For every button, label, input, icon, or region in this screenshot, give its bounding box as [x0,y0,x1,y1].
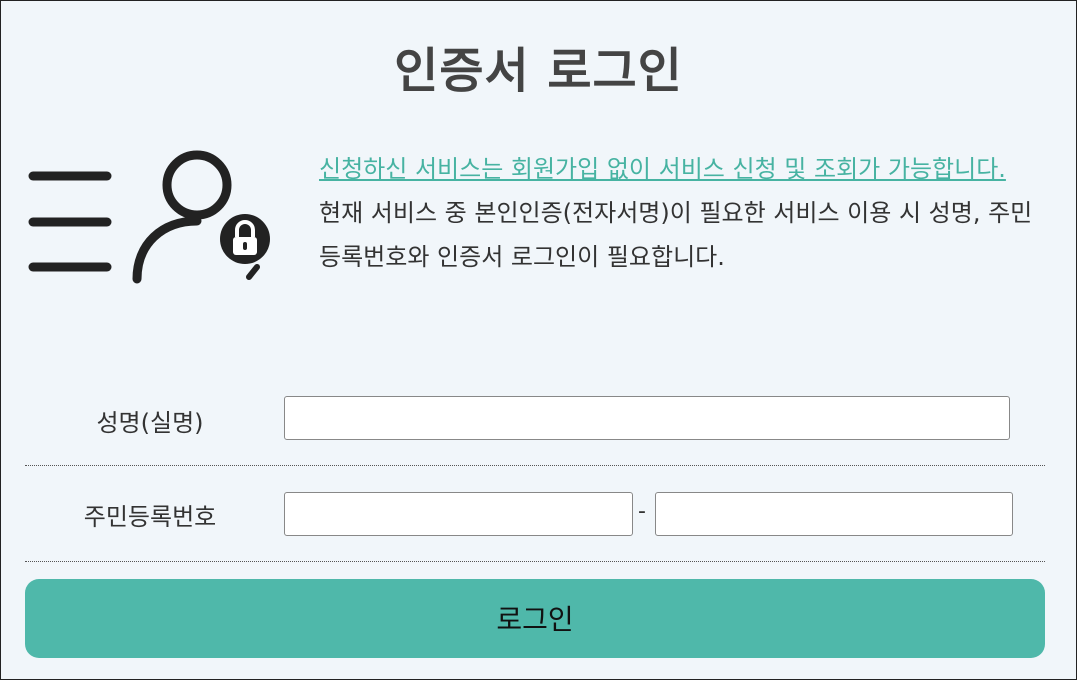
divider [25,561,1045,562]
service-info: 신청하신 서비스는 회원가입 없이 서비스 신청 및 조회가 가능합니다. 현재… [319,147,1039,279]
rrn-front-input[interactable] [284,492,633,536]
rrn-back-input[interactable] [655,492,1013,536]
user-lock-icon [28,150,275,284]
rrn-separator: - [638,499,646,524]
name-input[interactable] [284,396,1010,440]
service-description: 현재 서비스 중 본인인증(전자서명)이 필요한 서비스 이용 시 성명, 주민… [319,199,1033,271]
login-panel: 인증서 로그인 신청하신 서비스는 회원가입 없이 서비스 신청 및 조회가 가… [0,0,1077,680]
rrn-label: 주민등록번호 [83,503,217,531]
user-lock-illustration [27,149,277,289]
name-label: 성명(실명) [96,409,204,437]
login-button[interactable]: 로그인 [25,579,1045,658]
menu-icon [28,171,112,272]
divider [25,465,1045,466]
service-notice-link[interactable]: 신청하신 서비스는 회원가입 없이 서비스 신청 및 조회가 가능합니다. [319,147,1039,191]
page-title: 인증서 로그인 [394,43,683,99]
